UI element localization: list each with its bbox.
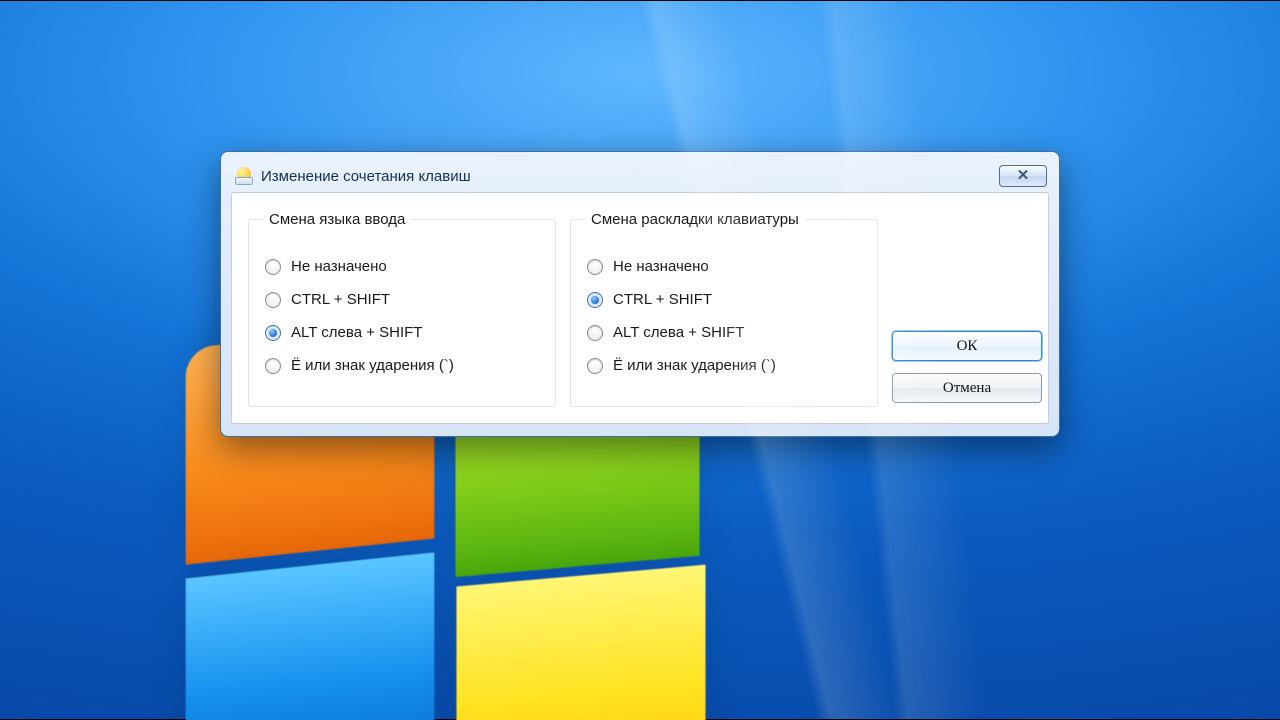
- radio-label: ALT слева + SHIFT: [613, 324, 744, 341]
- ok-button[interactable]: ОК: [892, 331, 1042, 361]
- dialog-buttons: ОК Отмена: [892, 211, 1042, 407]
- radio-icon: [265, 259, 281, 275]
- radio-label: CTRL + SHIFT: [613, 291, 712, 308]
- radio-input-option-3[interactable]: Ё или знак ударения (`): [265, 357, 539, 374]
- radio-input-option-1[interactable]: CTRL + SHIFT: [265, 291, 539, 308]
- radio-icon: [587, 292, 603, 308]
- radio-layout-option-3[interactable]: Ё или знак ударения (`): [587, 357, 861, 374]
- radio-icon: [587, 358, 603, 374]
- radio-layout-option-2[interactable]: ALT слева + SHIFT: [587, 324, 861, 341]
- radio-label: Ё или знак ударения (`): [291, 357, 454, 374]
- group-input-language-legend: Смена языка ввода: [263, 211, 411, 228]
- radio-label: ALT слева + SHIFT: [291, 324, 422, 341]
- radio-label: Не назначено: [613, 258, 709, 275]
- desktop-background: Изменение сочетания клавиш ✕ Смена языка…: [0, 0, 1280, 720]
- radio-icon: [587, 259, 603, 275]
- radio-label: Ё или знак ударения (`): [613, 357, 776, 374]
- radio-icon: [265, 325, 281, 341]
- radio-layout-option-1[interactable]: CTRL + SHIFT: [587, 291, 861, 308]
- radio-icon: [265, 358, 281, 374]
- window-title: Изменение сочетания клавиш: [261, 168, 999, 185]
- radio-input-option-0[interactable]: Не назначено: [265, 258, 539, 275]
- close-button[interactable]: ✕: [999, 165, 1047, 187]
- dialog-client-area: Смена языка ввода Не назначено CTRL + SH…: [231, 192, 1049, 424]
- group-keyboard-layout-legend: Смена раскладки клавиатуры: [585, 211, 805, 228]
- keyboard-globe-icon: [235, 167, 253, 185]
- radio-icon: [587, 325, 603, 341]
- group-keyboard-layout: Смена раскладки клавиатуры Не назначено …: [570, 211, 878, 407]
- radio-icon: [265, 292, 281, 308]
- change-hotkeys-dialog: Изменение сочетания клавиш ✕ Смена языка…: [220, 151, 1060, 437]
- radio-label: Не назначено: [291, 258, 387, 275]
- close-icon: ✕: [1017, 169, 1030, 184]
- radio-layout-option-0[interactable]: Не назначено: [587, 258, 861, 275]
- radio-input-option-2[interactable]: ALT слева + SHIFT: [265, 324, 539, 341]
- cancel-button[interactable]: Отмена: [892, 373, 1042, 403]
- titlebar: Изменение сочетания клавиш ✕: [231, 162, 1049, 192]
- radio-label: CTRL + SHIFT: [291, 291, 390, 308]
- group-input-language: Смена языка ввода Не назначено CTRL + SH…: [248, 211, 556, 407]
